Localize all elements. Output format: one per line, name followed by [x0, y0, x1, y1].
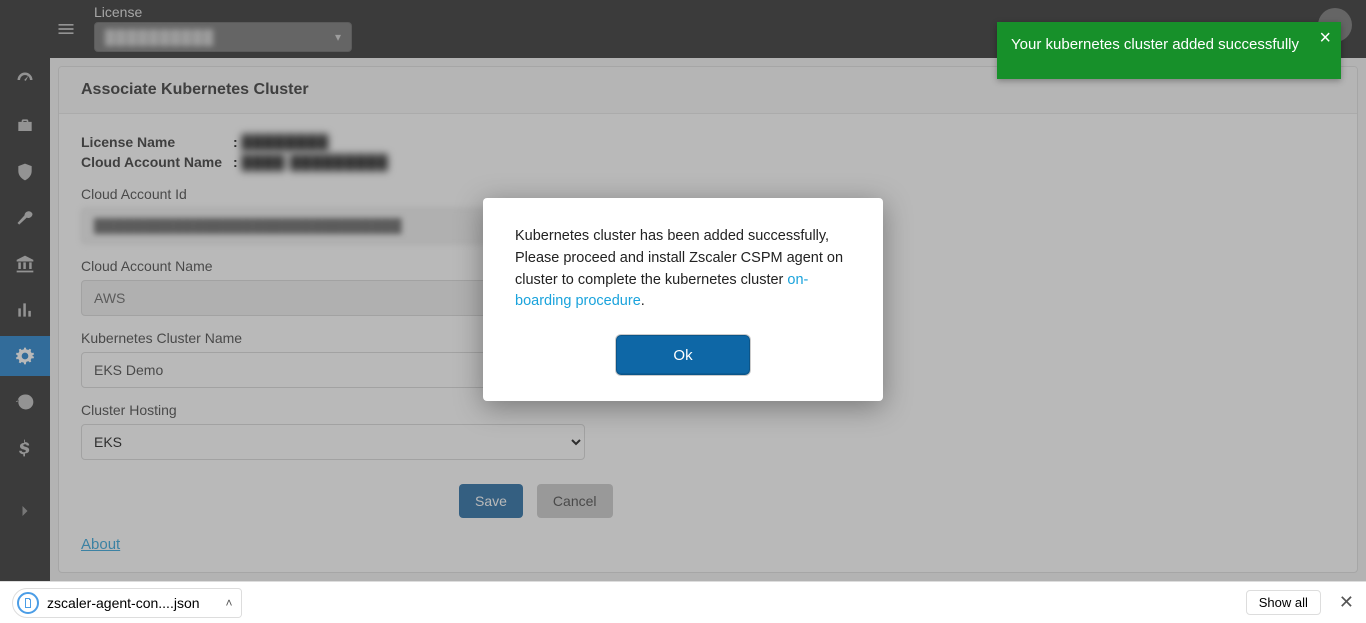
chevron-up-icon: ˄ [226, 596, 233, 610]
file-icon [17, 592, 39, 614]
toast-close-button[interactable]: × [1319, 28, 1331, 48]
modal-ok-button[interactable]: Ok [616, 335, 750, 375]
toast-message: Your kubernetes cluster added successful… [1011, 36, 1299, 53]
success-toast: Your kubernetes cluster added successful… [997, 22, 1341, 79]
document-icon [22, 597, 34, 609]
show-all-button[interactable]: Show all [1246, 590, 1321, 615]
download-filename: zscaler-agent-con....json [47, 595, 200, 611]
download-bar: zscaler-agent-con....json ˄ Show all ✕ [0, 581, 1366, 623]
download-bar-close-button[interactable]: ✕ [1339, 592, 1354, 613]
download-chip[interactable]: zscaler-agent-con....json ˄ [12, 588, 242, 618]
modal-message: Kubernetes cluster has been added succes… [515, 226, 851, 313]
success-modal: Kubernetes cluster has been added succes… [483, 198, 883, 401]
download-bar-right: Show all ✕ [1246, 590, 1354, 615]
